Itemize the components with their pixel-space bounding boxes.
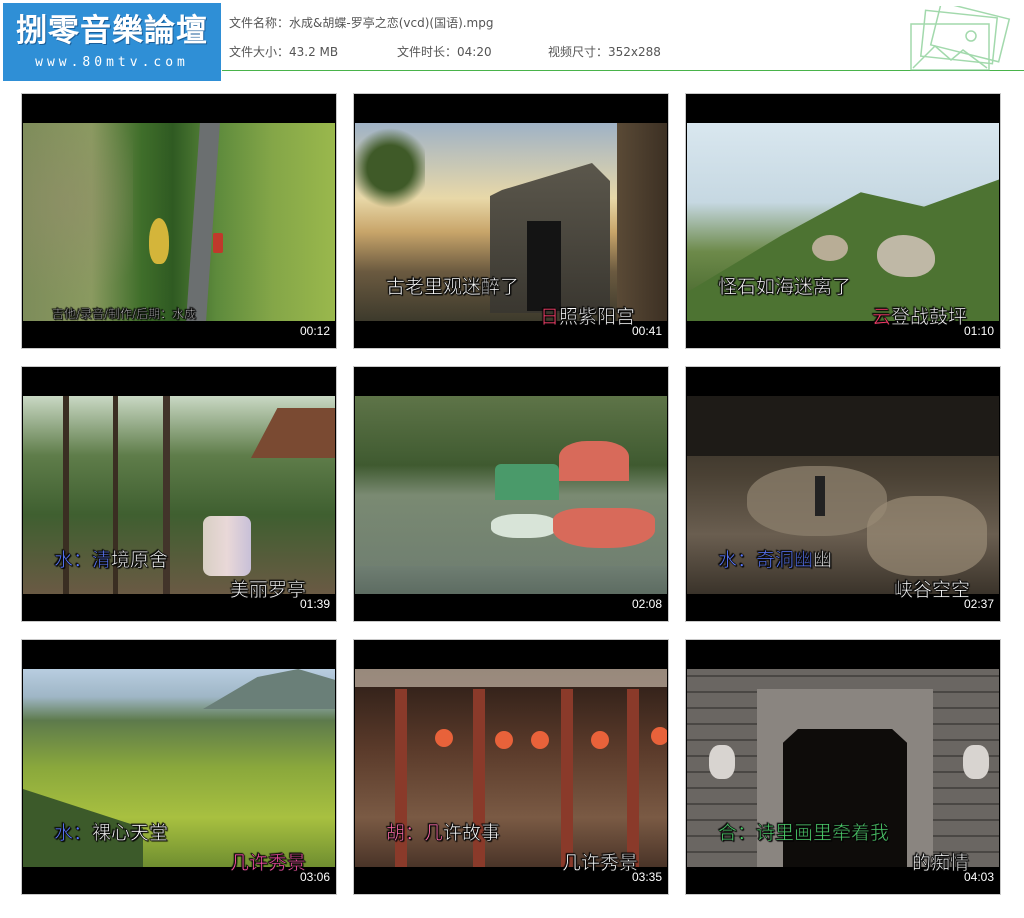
subtitle-line-2: 云登战鼓坪 bbox=[872, 302, 968, 329]
thumbnail-6[interactable]: 水：奇洞幽幽 峡谷空空 02:37 bbox=[685, 366, 1001, 622]
subtitle-highlight: 云 bbox=[872, 306, 892, 329]
subtitle-line-1: 古老里观迷醉了 bbox=[386, 276, 520, 299]
subtitle-text: 几许秀景 bbox=[230, 852, 307, 875]
scene-paddle-boats bbox=[355, 396, 667, 594]
subtitle-text: 诗里画里牵着我 bbox=[756, 822, 890, 845]
thumbnail-7[interactable]: 水：裸心天堂 几许秀景 03:06 bbox=[21, 639, 337, 895]
singer-prefix: 水： bbox=[54, 822, 93, 845]
duration-value: 04:20 bbox=[457, 45, 492, 59]
logo-title: 捌零音樂論壇 bbox=[16, 13, 208, 49]
duration-label: 文件时长： bbox=[397, 45, 458, 59]
subtitle-highlight: 奇洞幽 bbox=[756, 549, 814, 572]
timestamp: 03:35 bbox=[631, 870, 662, 884]
singer-prefix: 水： bbox=[54, 549, 93, 572]
thumbnail-3[interactable]: 怪石如海迷离了 云登战鼓坪 01:10 bbox=[685, 93, 1001, 349]
timestamp: 01:39 bbox=[299, 597, 330, 611]
resolution-row: 视频尺寸：352x288 bbox=[548, 43, 661, 60]
timestamp: 00:41 bbox=[631, 324, 662, 338]
header-divider bbox=[222, 70, 1024, 71]
file-name-row: 文件名称：水成&胡蝶-罗亭之恋(vcd)(国语).mpg bbox=[229, 14, 494, 31]
thumbnail-5[interactable]: 02:08 bbox=[353, 366, 669, 622]
subtitle-line-2: 几许秀景 bbox=[230, 848, 307, 875]
subtitle-line-2: 峡谷空空 bbox=[894, 579, 971, 602]
file-name-label: 文件名称： bbox=[229, 16, 290, 30]
singer-prefix: 水： bbox=[718, 549, 757, 572]
scene-aerial-road bbox=[23, 123, 335, 321]
subtitle-highlight: 几 bbox=[424, 822, 444, 845]
timestamp: 01:10 bbox=[963, 324, 994, 338]
resolution-value: 352x288 bbox=[608, 45, 661, 59]
subtitle-highlight: 日 bbox=[540, 306, 560, 329]
singer-prefix: 合： bbox=[718, 822, 757, 845]
thumbnail-8[interactable]: 胡：几许故事 几许秀景 03:35 bbox=[353, 639, 669, 895]
file-size-value: 43.2 MB bbox=[289, 45, 339, 59]
singer-prefix: 胡： bbox=[386, 822, 425, 845]
timestamp: 02:08 bbox=[631, 597, 662, 611]
photo-stack-icon bbox=[910, 6, 1011, 71]
subtitle-line-1: 合：诗里画里牵着我 bbox=[718, 818, 890, 845]
subtitle-line-1: 水：奇洞幽幽 bbox=[718, 545, 833, 572]
subtitle-line-2: 的痴情 bbox=[912, 852, 970, 875]
subtitle-text: 登战鼓坪 bbox=[891, 306, 968, 329]
thumbnail-1[interactable]: 吉他/录音/制作/后期：水成 00:12 bbox=[21, 93, 337, 349]
resolution-label: 视频尺寸： bbox=[548, 45, 609, 59]
subtitle-text: 幽 bbox=[813, 549, 833, 572]
thumbnail-9[interactable]: 合：诗里画里牵着我 的痴情 04:03 bbox=[685, 639, 1001, 895]
file-size-row: 文件大小：43.2 MB bbox=[229, 43, 338, 60]
duration-row: 文件时长：04:20 bbox=[397, 43, 492, 60]
subtitle-line-2: 几许秀景 bbox=[562, 852, 639, 875]
timestamp: 00:12 bbox=[299, 324, 330, 338]
subtitle-line-1: 水：清境原舍 bbox=[54, 545, 169, 572]
subtitle-line-2: 美丽罗亭 bbox=[230, 579, 307, 602]
file-name-value: 水成&胡蝶-罗亭之恋(vcd)(国语).mpg bbox=[289, 16, 494, 30]
site-logo: 捌零音樂論壇 www.80mtv.com bbox=[3, 3, 221, 81]
subtitle-line-1: 怪石如海迷离了 bbox=[718, 276, 852, 299]
subtitle-text: 许故事 bbox=[443, 822, 501, 845]
timestamp: 03:06 bbox=[299, 870, 330, 884]
subtitle-text: 裸心天堂 bbox=[92, 822, 169, 845]
subtitle-line-1: 水：裸心天堂 bbox=[54, 818, 169, 845]
subtitle-text: 照紫阳宫 bbox=[559, 306, 636, 329]
subtitle-line-1: 胡：几许故事 bbox=[386, 818, 501, 845]
file-size-label: 文件大小： bbox=[229, 45, 290, 59]
subtitle-highlight: 清 bbox=[92, 549, 112, 572]
subtitle-text: 境原舍 bbox=[111, 549, 169, 572]
subtitle-line-2: 日照紫阳宫 bbox=[540, 302, 636, 329]
thumbnail-2[interactable]: 古老里观迷醉了 日照紫阳宫 00:41 bbox=[353, 93, 669, 349]
timestamp: 02:37 bbox=[963, 597, 994, 611]
credit-subtitle: 吉他/录音/制作/后期：水成 bbox=[52, 307, 197, 322]
timestamp: 04:03 bbox=[963, 870, 994, 884]
thumbnail-4[interactable]: 水：清境原舍 美丽罗亭 01:39 bbox=[21, 366, 337, 622]
logo-url: www.80mtv.com bbox=[35, 55, 189, 70]
